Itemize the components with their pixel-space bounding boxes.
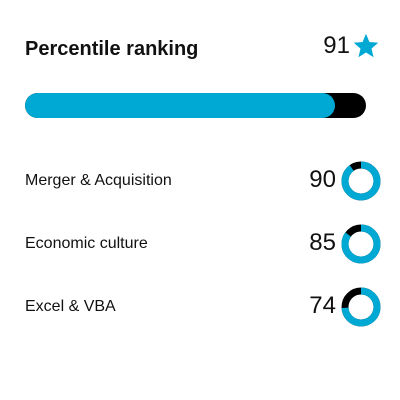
skill-label: Merger & Acquisition <box>25 172 172 189</box>
percentile-progress-fill <box>25 93 336 118</box>
percentile-progress-bar <box>25 93 366 118</box>
skill-label: Excel & VBA <box>25 298 116 315</box>
skill-value: 74 <box>309 292 336 319</box>
overall-score-value: 91 <box>323 32 350 59</box>
skill-ring-fill <box>341 161 381 201</box>
overall-score: 91 <box>323 32 380 60</box>
star-icon <box>353 33 379 58</box>
skill-ring <box>341 224 381 264</box>
skill-row: Excel & VBA 74 <box>25 284 382 347</box>
skill-row: Economic culture 85 <box>25 221 382 284</box>
card-header: Percentile ranking 91 <box>25 30 380 70</box>
percentile-card: Percentile ranking 91 Merger & Acquisiti… <box>0 0 400 400</box>
skill-row: Merger & Acquisition 90 <box>25 158 382 221</box>
skill-value: 90 <box>309 166 336 193</box>
skill-ring <box>341 287 381 327</box>
skill-list: Merger & Acquisition 90 Economic culture… <box>25 158 382 347</box>
skill-value: 85 <box>309 229 336 256</box>
skill-label: Economic culture <box>25 235 148 252</box>
card-title: Percentile ranking <box>25 38 199 60</box>
skill-ring <box>341 161 381 201</box>
